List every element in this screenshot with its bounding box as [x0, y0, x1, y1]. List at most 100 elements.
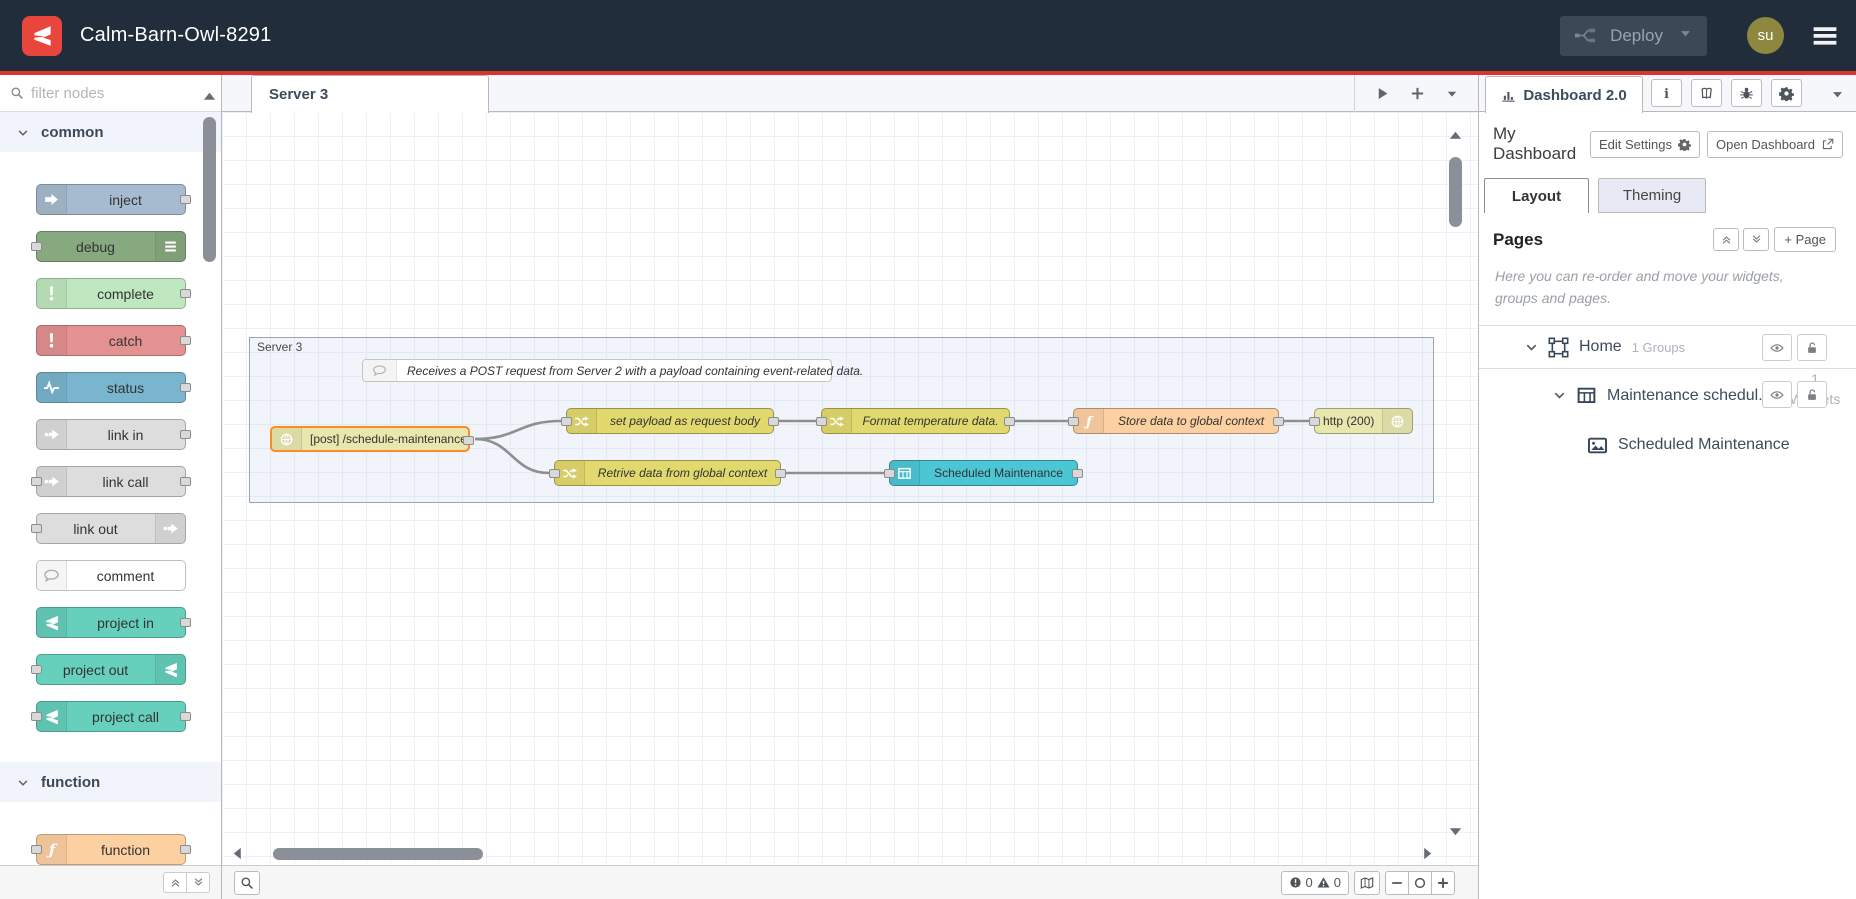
palette-node-project-out[interactable]: project out	[30, 654, 186, 685]
canvas-scroll-right-icon[interactable]	[1420, 846, 1435, 861]
comment-node[interactable]: Receives a POST request from Server 2 wi…	[362, 359, 863, 382]
error-count: 0	[1305, 875, 1313, 890]
notification-counts: 0 0	[1280, 870, 1349, 895]
output-port[interactable]	[768, 417, 779, 426]
tree-row-maintenance-schedul-[interactable]: Maintenance schedul...1 Widgets	[1479, 369, 1856, 422]
unlock-icon[interactable]	[1797, 381, 1827, 409]
zoom-reset-button[interactable]	[1408, 870, 1432, 895]
flow-node-format[interactable]: Format temperature data.	[816, 408, 1015, 434]
palette-node-comment[interactable]: comment	[35, 560, 186, 591]
main-menu-icon[interactable]	[1810, 23, 1840, 49]
tree-row-scheduled-maintenance[interactable]: Scheduled Maintenance	[1479, 422, 1856, 468]
header: Calm-Barn-Owl-8291 Deploy su	[0, 0, 1856, 71]
palette-node-function[interactable]: ƒ function	[30, 834, 191, 865]
output-port[interactable]	[463, 436, 474, 445]
palette-node-link-in[interactable]: link in	[35, 419, 191, 450]
output-port[interactable]	[775, 469, 786, 478]
palette-node-inject[interactable]: inject	[35, 184, 191, 215]
visibility-toggle-button[interactable]	[1762, 381, 1792, 409]
canvas-scroll-down-icon[interactable]	[1448, 824, 1463, 839]
zoom-in-button[interactable]	[1431, 870, 1455, 895]
nodered-icon	[154, 655, 185, 684]
flow-tab-server3[interactable]: Server 3	[251, 75, 489, 113]
settings-tab-button[interactable]	[1771, 79, 1802, 107]
dashboard-tree: Home 1 Groups Maintenance schedul...1 Wid…	[1479, 325, 1856, 468]
edit-settings-button[interactable]: Edit Settings	[1589, 130, 1700, 158]
palette-node-link-call[interactable]: link call	[30, 466, 191, 497]
link-icon	[154, 514, 185, 543]
palette-node-complete[interactable]: complete	[35, 278, 191, 309]
user-avatar[interactable]: su	[1747, 17, 1784, 54]
canvas-search-button[interactable]	[234, 870, 260, 895]
canvas-hscrollbar-thumb[interactable]	[273, 848, 483, 860]
palette-node-status[interactable]: status	[35, 372, 191, 403]
input-port[interactable]	[1068, 417, 1079, 426]
collapse-pages-button[interactable]	[1713, 228, 1740, 251]
palette-node-label: project call	[92, 708, 159, 725]
output-port[interactable]	[1273, 417, 1284, 426]
output-port[interactable]	[1072, 469, 1083, 478]
deploy-button[interactable]: Deploy	[1560, 15, 1707, 56]
chevron-down-icon[interactable]	[1553, 389, 1566, 402]
palette-filter-input[interactable]	[31, 84, 191, 102]
tree-row-home[interactable]: Home 1 Groups	[1479, 326, 1856, 370]
deploy-dropdown-icon[interactable]	[1679, 27, 1697, 45]
palette-expand-all-button[interactable]	[186, 872, 210, 893]
palette-node-label: status	[106, 379, 145, 396]
canvas-scroll-left-icon[interactable]	[230, 846, 245, 861]
flow-node-http200[interactable]: http (200)	[1309, 408, 1413, 434]
palette-node-project-call[interactable]: project call	[30, 701, 191, 732]
help-tab-button[interactable]	[1691, 79, 1722, 107]
add-flow-icon[interactable]	[1410, 86, 1425, 101]
input-port	[30, 524, 42, 533]
palette-scroll-up-icon[interactable]	[202, 89, 217, 104]
palette-node-link-out[interactable]: link out	[30, 513, 186, 544]
tab-layout[interactable]: Layout	[1484, 178, 1589, 213]
chevron-down-icon[interactable]	[1525, 341, 1538, 354]
flow-canvas[interactable]: Server 3 Receives a POST request from Se…	[222, 112, 1478, 865]
debug-tab-button[interactable]	[1731, 79, 1762, 107]
palette-collapse-all-button[interactable]	[163, 872, 187, 893]
unlock-icon[interactable]	[1797, 334, 1827, 362]
category-function[interactable]: function	[0, 762, 221, 802]
palette-search	[0, 75, 221, 112]
input-port[interactable]	[549, 469, 560, 478]
minimap-button[interactable]	[1354, 870, 1380, 895]
tab-theming[interactable]: Theming	[1598, 178, 1706, 213]
flow-node-retrive[interactable]: Retrive data from global context	[549, 460, 786, 486]
input-port[interactable]	[816, 417, 827, 426]
bar-chart-icon	[1502, 91, 1515, 102]
canvas-vscrollbar-thumb[interactable]	[1449, 157, 1462, 227]
zoom-out-button[interactable]	[1385, 870, 1409, 895]
category-common[interactable]: common	[0, 112, 221, 152]
workspace: Server 3 Server 3 Receives a POST reques…	[222, 75, 1478, 899]
open-dashboard-button[interactable]: Open Dashboard	[1706, 130, 1843, 158]
sidebar-tab-dashboard[interactable]: Dashboard 2.0	[1485, 76, 1643, 113]
flow-node-store[interactable]: ƒ Store data to global context	[1068, 408, 1284, 434]
palette-scroll: common inject debug complete catch status link…	[0, 112, 221, 865]
flow-list-dropdown-icon[interactable]	[1446, 88, 1458, 100]
input-port[interactable]	[561, 417, 572, 426]
palette-scrollbar-thumb[interactable]	[203, 117, 216, 262]
info-tab-button[interactable]: i	[1651, 79, 1682, 107]
flow-node-set[interactable]: set payload as request body	[561, 408, 779, 434]
palette-node-catch[interactable]: catch	[35, 325, 191, 356]
run-flows-icon[interactable]	[1375, 86, 1390, 101]
main-body: common inject debug complete catch status link…	[0, 75, 1856, 899]
workspace-title: Calm-Barn-Owl-8291	[80, 24, 272, 46]
visibility-toggle-button[interactable]	[1762, 334, 1792, 362]
output-port[interactable]	[1004, 417, 1015, 426]
canvas-scroll-up-icon[interactable]	[1448, 128, 1463, 143]
expand-pages-button[interactable]	[1743, 228, 1770, 251]
sidebar-menu-chevron-icon[interactable]	[1831, 88, 1844, 101]
flow-node-sched[interactable]: Scheduled Maintenance	[884, 460, 1083, 486]
input-port[interactable]	[1309, 417, 1320, 426]
palette-node-project-in[interactable]: project in	[35, 607, 191, 638]
flow-node-httpin[interactable]: [post] /schedule-maintenance	[270, 426, 474, 452]
search-icon	[10, 86, 24, 100]
palette-node-debug[interactable]: debug	[30, 231, 186, 262]
add-page-button[interactable]: + Page	[1774, 227, 1836, 252]
deploy-icon	[1570, 27, 1602, 45]
pages-description: Here you can re-order and move your widg…	[1495, 268, 1784, 306]
input-port[interactable]	[884, 469, 895, 478]
